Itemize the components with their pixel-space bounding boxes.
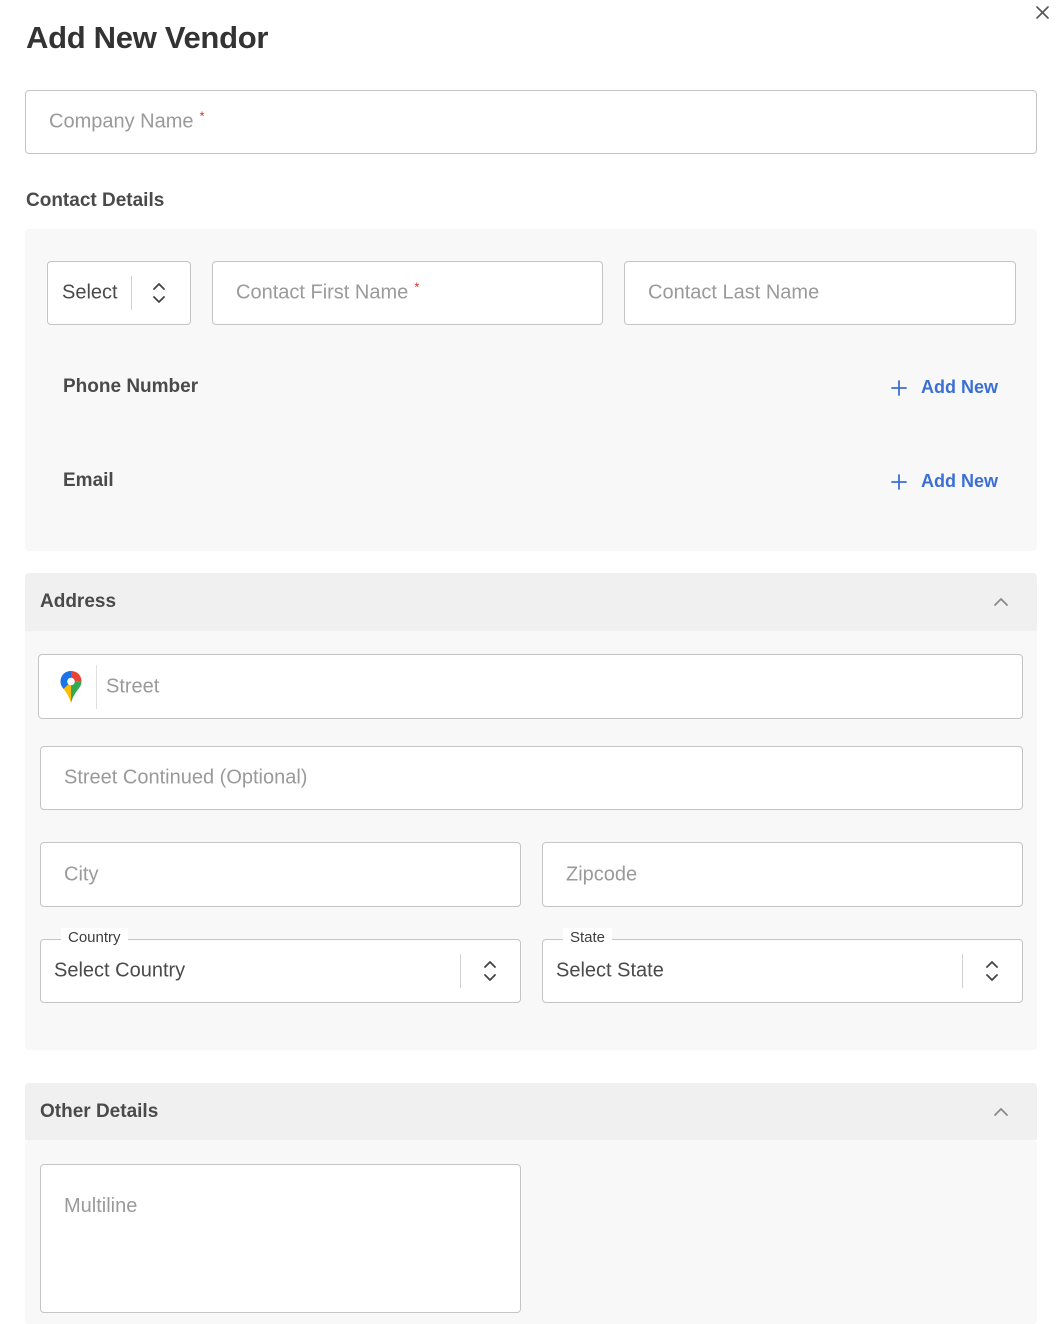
select-divider [460, 954, 461, 988]
street-input[interactable]: Street [38, 654, 1023, 719]
city-placeholder: City [64, 863, 99, 885]
street-divider [96, 665, 97, 709]
state-select[interactable]: State Select State [542, 928, 1023, 1003]
other-details-header-title: Other Details [40, 1100, 159, 1122]
country-legend: Country [61, 928, 128, 948]
zipcode-input[interactable]: Zipcode [542, 842, 1023, 907]
required-mark: * [414, 279, 420, 295]
chevron-up-icon[interactable] [993, 597, 1009, 607]
street-placeholder: Street [106, 675, 160, 697]
google-maps-pin-icon [60, 671, 82, 703]
phone-number-label: Phone Number [63, 376, 199, 397]
zipcode-placeholder: Zipcode [566, 863, 638, 885]
add-phone-label: Add New [921, 377, 999, 397]
street-continued-input[interactable]: Street Continued (Optional) [40, 746, 1023, 810]
other-details-section-header[interactable]: Other Details [25, 1083, 1037, 1140]
contact-last-name-input[interactable]: Contact Last Name [624, 261, 1016, 325]
address-section-header[interactable]: Address [25, 573, 1037, 631]
country-value: Select Country [54, 959, 186, 982]
add-phone-button[interactable]: Add New [891, 377, 998, 398]
contact-first-name-input[interactable]: Contact First Name * [212, 261, 603, 325]
city-input[interactable]: City [40, 842, 521, 907]
contact-prefix-select[interactable]: Select [47, 261, 191, 325]
add-email-label: Add New [921, 471, 999, 491]
first-name-placeholder: Contact First Name * [236, 279, 420, 304]
country-select[interactable]: Country Select Country [40, 928, 521, 1003]
add-email-button[interactable]: Add New [891, 471, 998, 492]
multiline-textarea[interactable]: Multiline [40, 1164, 521, 1313]
required-mark: * [199, 108, 205, 124]
state-value: Select State [556, 959, 664, 982]
prefix-select-value: Select [62, 281, 118, 304]
close-icon[interactable] [1032, 2, 1052, 22]
last-name-placeholder: Contact Last Name [648, 281, 820, 304]
contact-details-label: Contact Details [26, 190, 165, 211]
multiline-placeholder: Multiline [64, 1195, 138, 1217]
plus-icon [891, 473, 907, 490]
address-header-title: Address [40, 591, 117, 612]
state-legend: State [563, 928, 613, 948]
up-down-chevron-icon [985, 957, 999, 985]
email-label: Email [63, 470, 114, 491]
up-down-chevron-icon [152, 279, 166, 307]
up-down-chevron-icon [483, 957, 497, 985]
street-continued-placeholder: Street Continued (Optional) [64, 766, 308, 789]
plus-icon [891, 379, 907, 396]
company-name-placeholder: Company Name * [49, 108, 205, 133]
company-name-input[interactable]: Company Name * [25, 90, 1037, 154]
select-divider [962, 954, 963, 988]
chevron-up-icon[interactable] [993, 1107, 1009, 1117]
select-divider [131, 276, 132, 310]
modal-title: Add New Vendor [26, 20, 269, 55]
